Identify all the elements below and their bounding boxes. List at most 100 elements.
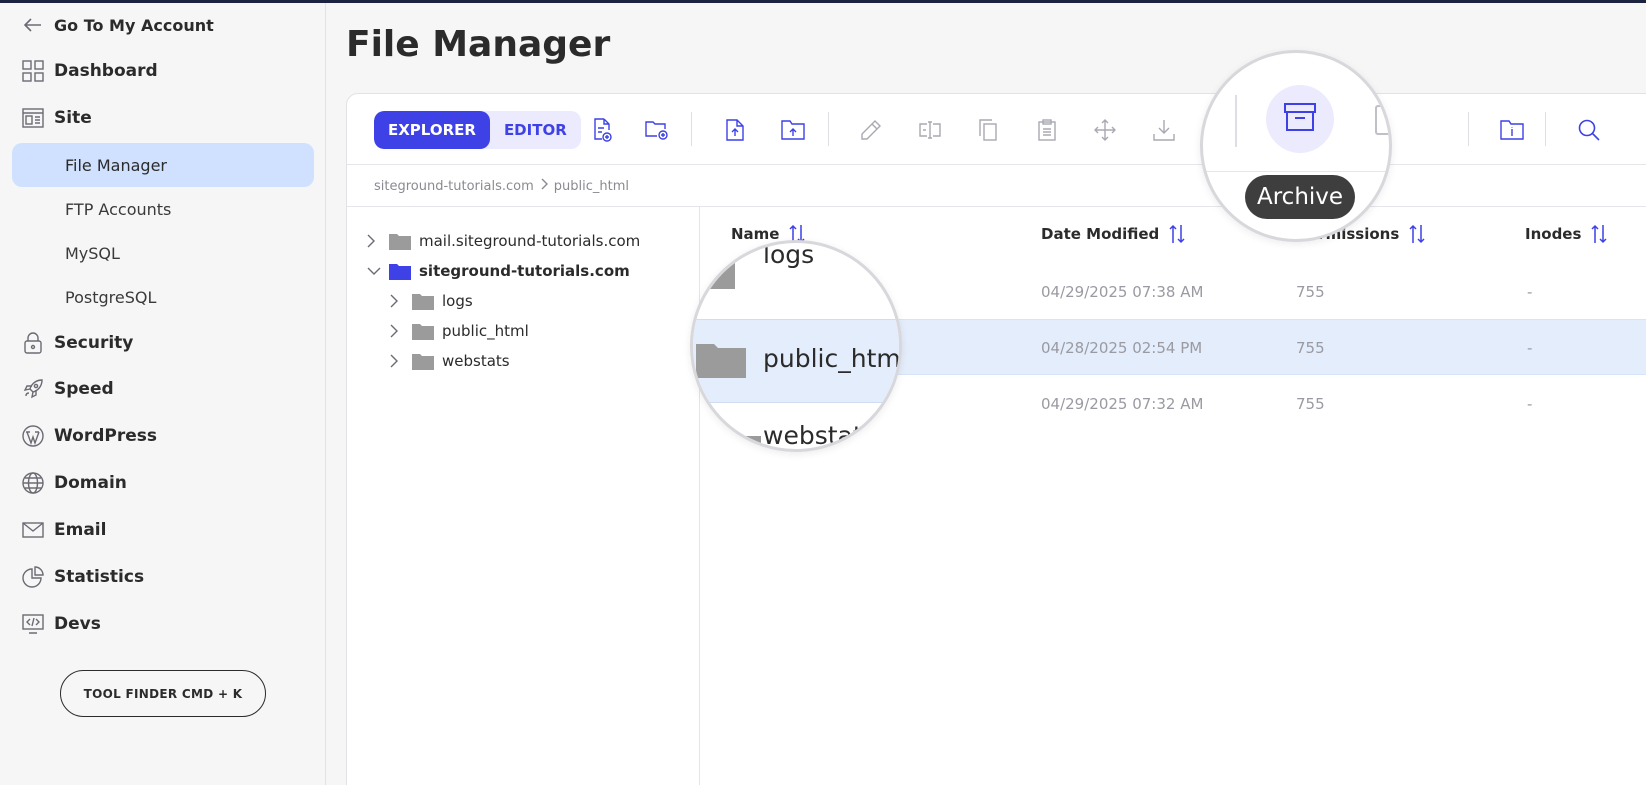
sidebar: Go To My Account Dashboard Site File Man… [0, 3, 326, 785]
move-icon[interactable] [1092, 117, 1118, 143]
cell-permissions: 755 [1296, 339, 1325, 357]
breadcrumb-domain[interactable]: siteground-tutorials.com [374, 179, 534, 194]
sidebar-item-domain[interactable]: Domain [22, 469, 127, 497]
sidebar-item-dashboard[interactable]: Dashboard [22, 57, 158, 85]
cell-inodes: - [1527, 283, 1533, 301]
edit-pencil-icon[interactable] [858, 117, 884, 143]
cell-date: 04/28/2025 02:54 PM [1041, 339, 1203, 357]
sort-icon [1409, 224, 1425, 244]
chevron-right-icon [390, 354, 404, 368]
sidebar-item-security[interactable]: Security [22, 329, 133, 357]
tree-item-main-domain[interactable]: siteground-tutorials.com [367, 258, 630, 284]
tree-item-logs[interactable]: logs [390, 288, 473, 314]
lock-icon [22, 332, 44, 354]
sidebar-item-label: Speed [54, 379, 114, 399]
toolbar-divider [828, 112, 829, 146]
tree-item-label: siteground-tutorials.com [419, 262, 630, 280]
sidebar-item-email[interactable]: Email [22, 516, 106, 544]
column-header-inodes[interactable]: Inodes [1525, 224, 1607, 244]
sidebar-item-devs[interactable]: Devs [22, 610, 101, 638]
archive-button[interactable] [1266, 85, 1334, 153]
divider [347, 206, 1646, 207]
sort-icon [1169, 224, 1185, 244]
tool-finder-button[interactable]: TOOL FINDER CMD + K [60, 670, 266, 717]
column-header-label: Date Modified [1041, 225, 1160, 243]
chevron-down-icon [367, 267, 381, 275]
search-icon[interactable] [1576, 117, 1602, 143]
tree-item-public-html[interactable]: public_html [390, 318, 529, 344]
chevron-right-icon [390, 294, 404, 308]
tree-item-label: webstats [442, 352, 510, 370]
chevron-right-icon [390, 324, 404, 338]
sidebar-item-statistics[interactable]: Statistics [22, 563, 144, 591]
folder-icon [412, 354, 434, 370]
toolbar-divider [1235, 95, 1237, 147]
rocket-icon [22, 378, 44, 400]
pie-chart-icon [22, 566, 44, 588]
folder-info-icon[interactable] [1499, 117, 1525, 143]
upload-folder-icon[interactable] [780, 117, 806, 143]
archive-tooltip: Archive [1245, 175, 1356, 219]
page-title: File Manager [346, 24, 611, 65]
cell-inodes: - [1527, 339, 1533, 357]
go-to-account-link[interactable]: Go To My Account [22, 11, 214, 39]
folder-icon [412, 324, 434, 340]
sidebar-sub-postgresql[interactable]: PostgreSQL [12, 275, 314, 319]
cell-inodes: - [1527, 395, 1533, 413]
cell-date: 04/29/2025 07:32 AM [1041, 395, 1204, 413]
explorer-tab[interactable]: EXPLORER [374, 111, 490, 149]
toolbar-divider [1468, 112, 1469, 146]
go-to-account-label: Go To My Account [54, 15, 214, 35]
copy-icon[interactable] [975, 117, 1001, 143]
globe-icon [22, 472, 44, 494]
editor-tab[interactable]: EDITOR [490, 111, 581, 149]
sort-icon [1591, 224, 1607, 244]
sidebar-sub-mysql[interactable]: MySQL [12, 231, 314, 275]
sidebar-item-label: Security [54, 333, 134, 353]
magnified-name: webstats [763, 421, 876, 450]
magnified-name: public_html [763, 344, 902, 373]
column-header-date[interactable]: Date Modified [1041, 224, 1185, 244]
site-icon [22, 107, 44, 129]
chevron-right-icon [540, 178, 548, 194]
download-icon[interactable] [1151, 117, 1177, 143]
archive-icon [1283, 102, 1317, 136]
sidebar-sub-file-manager[interactable]: File Manager [12, 143, 314, 187]
rename-icon[interactable] [917, 117, 943, 143]
breadcrumb-folder[interactable]: public_html [554, 179, 629, 194]
sidebar-item-speed[interactable]: Speed [22, 375, 114, 403]
tree-item-mail-domain[interactable]: mail.siteground-tutorials.com [367, 228, 640, 254]
dashboard-icon [22, 60, 44, 82]
toolbar: EXPLORER EDITOR [347, 94, 1646, 165]
cell-date: 04/29/2025 07:38 AM [1041, 283, 1204, 301]
chevron-right-icon [367, 234, 381, 248]
file-manager-panel: EXPLORER EDITOR siteground-tutorials.com… [346, 93, 1646, 785]
cell-permissions: 755 [1296, 395, 1325, 413]
paste-icon[interactable] [1034, 117, 1060, 143]
new-file-icon[interactable] [589, 117, 615, 143]
magnifier-folder-names: logs public_html webstats [690, 240, 902, 452]
sidebar-item-site[interactable]: Site [22, 104, 92, 132]
toolbar-divider [1545, 112, 1546, 146]
folder-icon [693, 255, 735, 289]
cell-permissions: 755 [1296, 283, 1325, 301]
sidebar-item-label: Site [54, 108, 92, 128]
sidebar-item-label: Email [54, 520, 107, 540]
folder-icon [389, 264, 411, 280]
wordpress-icon [22, 425, 44, 447]
upload-file-icon[interactable] [722, 117, 748, 143]
magnified-name: logs [763, 240, 815, 269]
mail-icon [22, 519, 44, 541]
new-folder-icon[interactable] [644, 117, 670, 143]
extract-icon [1375, 105, 1389, 135]
column-header-label: Name [731, 225, 780, 243]
sidebar-sub-ftp-accounts[interactable]: FTP Accounts [12, 187, 314, 231]
sidebar-item-label: Statistics [54, 567, 145, 587]
folder-icon [412, 294, 434, 310]
tree-item-label: public_html [442, 322, 529, 340]
sidebar-item-label: Devs [54, 614, 101, 634]
arrow-left-icon [22, 14, 44, 36]
sidebar-item-wordpress[interactable]: WordPress [22, 422, 157, 450]
tree-item-webstats[interactable]: webstats [390, 348, 510, 374]
toolbar-divider [691, 112, 692, 146]
